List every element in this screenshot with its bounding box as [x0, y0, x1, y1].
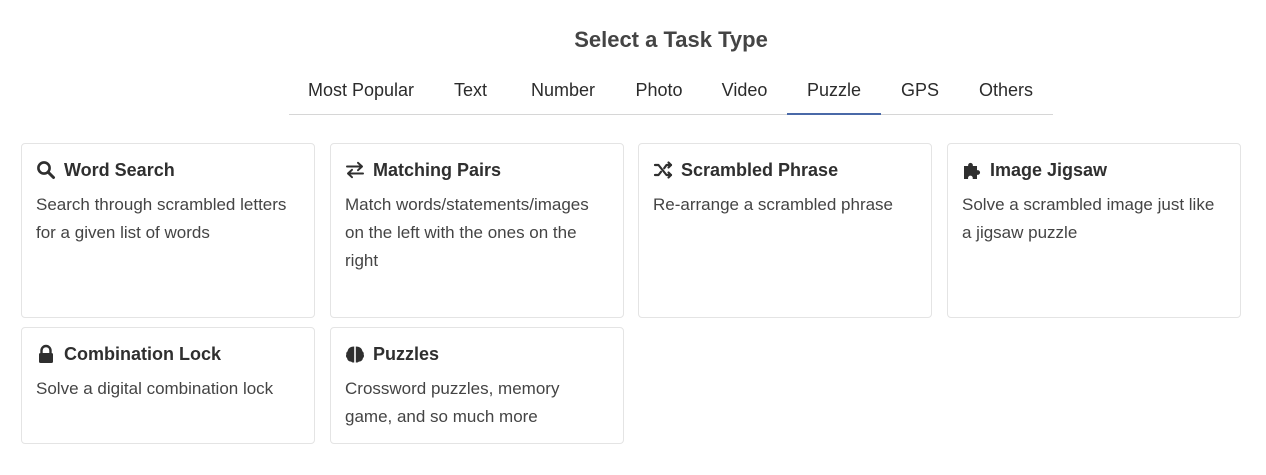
tab-text[interactable]: Text [448, 70, 493, 115]
swap-arrows-icon [345, 160, 365, 180]
search-icon [36, 160, 56, 180]
card-description: Search through scrambled letters for a g… [36, 195, 287, 242]
tab-number[interactable]: Number [521, 70, 605, 115]
brain-icon [345, 344, 365, 364]
task-card-scrambled-phrase[interactable]: Scrambled Phrase Re-arrange a scrambled … [638, 143, 932, 318]
tab-puzzle[interactable]: Puzzle [787, 70, 881, 115]
tab-gps[interactable]: GPS [895, 70, 945, 115]
shuffle-icon [653, 160, 673, 180]
card-title: Word Search [64, 159, 175, 180]
puzzle-piece-icon [962, 160, 982, 180]
card-description: Solve a scrambled image just like a jigs… [962, 195, 1215, 242]
card-description: Re-arrange a scrambled phrase [653, 195, 894, 214]
page-title: Select a Task Type [574, 27, 768, 52]
task-card-matching-pairs[interactable]: Matching Pairs Match words/statements/im… [330, 143, 624, 318]
card-title: Scrambled Phrase [681, 159, 839, 180]
task-card-puzzles[interactable]: Puzzles Crossword puzzles, memory game, … [330, 327, 624, 444]
card-description: Match words/statements/images on the lef… [345, 195, 589, 270]
task-card-image-jigsaw[interactable]: Image Jigsaw Solve a scrambled image jus… [947, 143, 1241, 318]
card-title: Combination Lock [64, 343, 221, 364]
card-title: Matching Pairs [373, 159, 502, 180]
card-title: Puzzles [373, 343, 440, 364]
card-description: Crossword puzzles, memory game, and so m… [345, 379, 560, 426]
task-card-word-search[interactable]: Word Search Search through scrambled let… [21, 143, 315, 318]
task-type-tabs: Most Popular Text Number Photo Video Puz… [289, 70, 1053, 115]
tab-others[interactable]: Others [970, 70, 1042, 115]
card-description: Solve a digital combination lock [36, 379, 274, 398]
lock-icon [36, 344, 56, 364]
tab-photo[interactable]: Photo [627, 70, 691, 115]
task-card-combination-lock[interactable]: Combination Lock Solve a digital combina… [21, 327, 315, 444]
card-title: Image Jigsaw [990, 159, 1108, 180]
tab-video[interactable]: Video [713, 70, 776, 115]
tab-most-popular[interactable]: Most Popular [299, 70, 423, 115]
